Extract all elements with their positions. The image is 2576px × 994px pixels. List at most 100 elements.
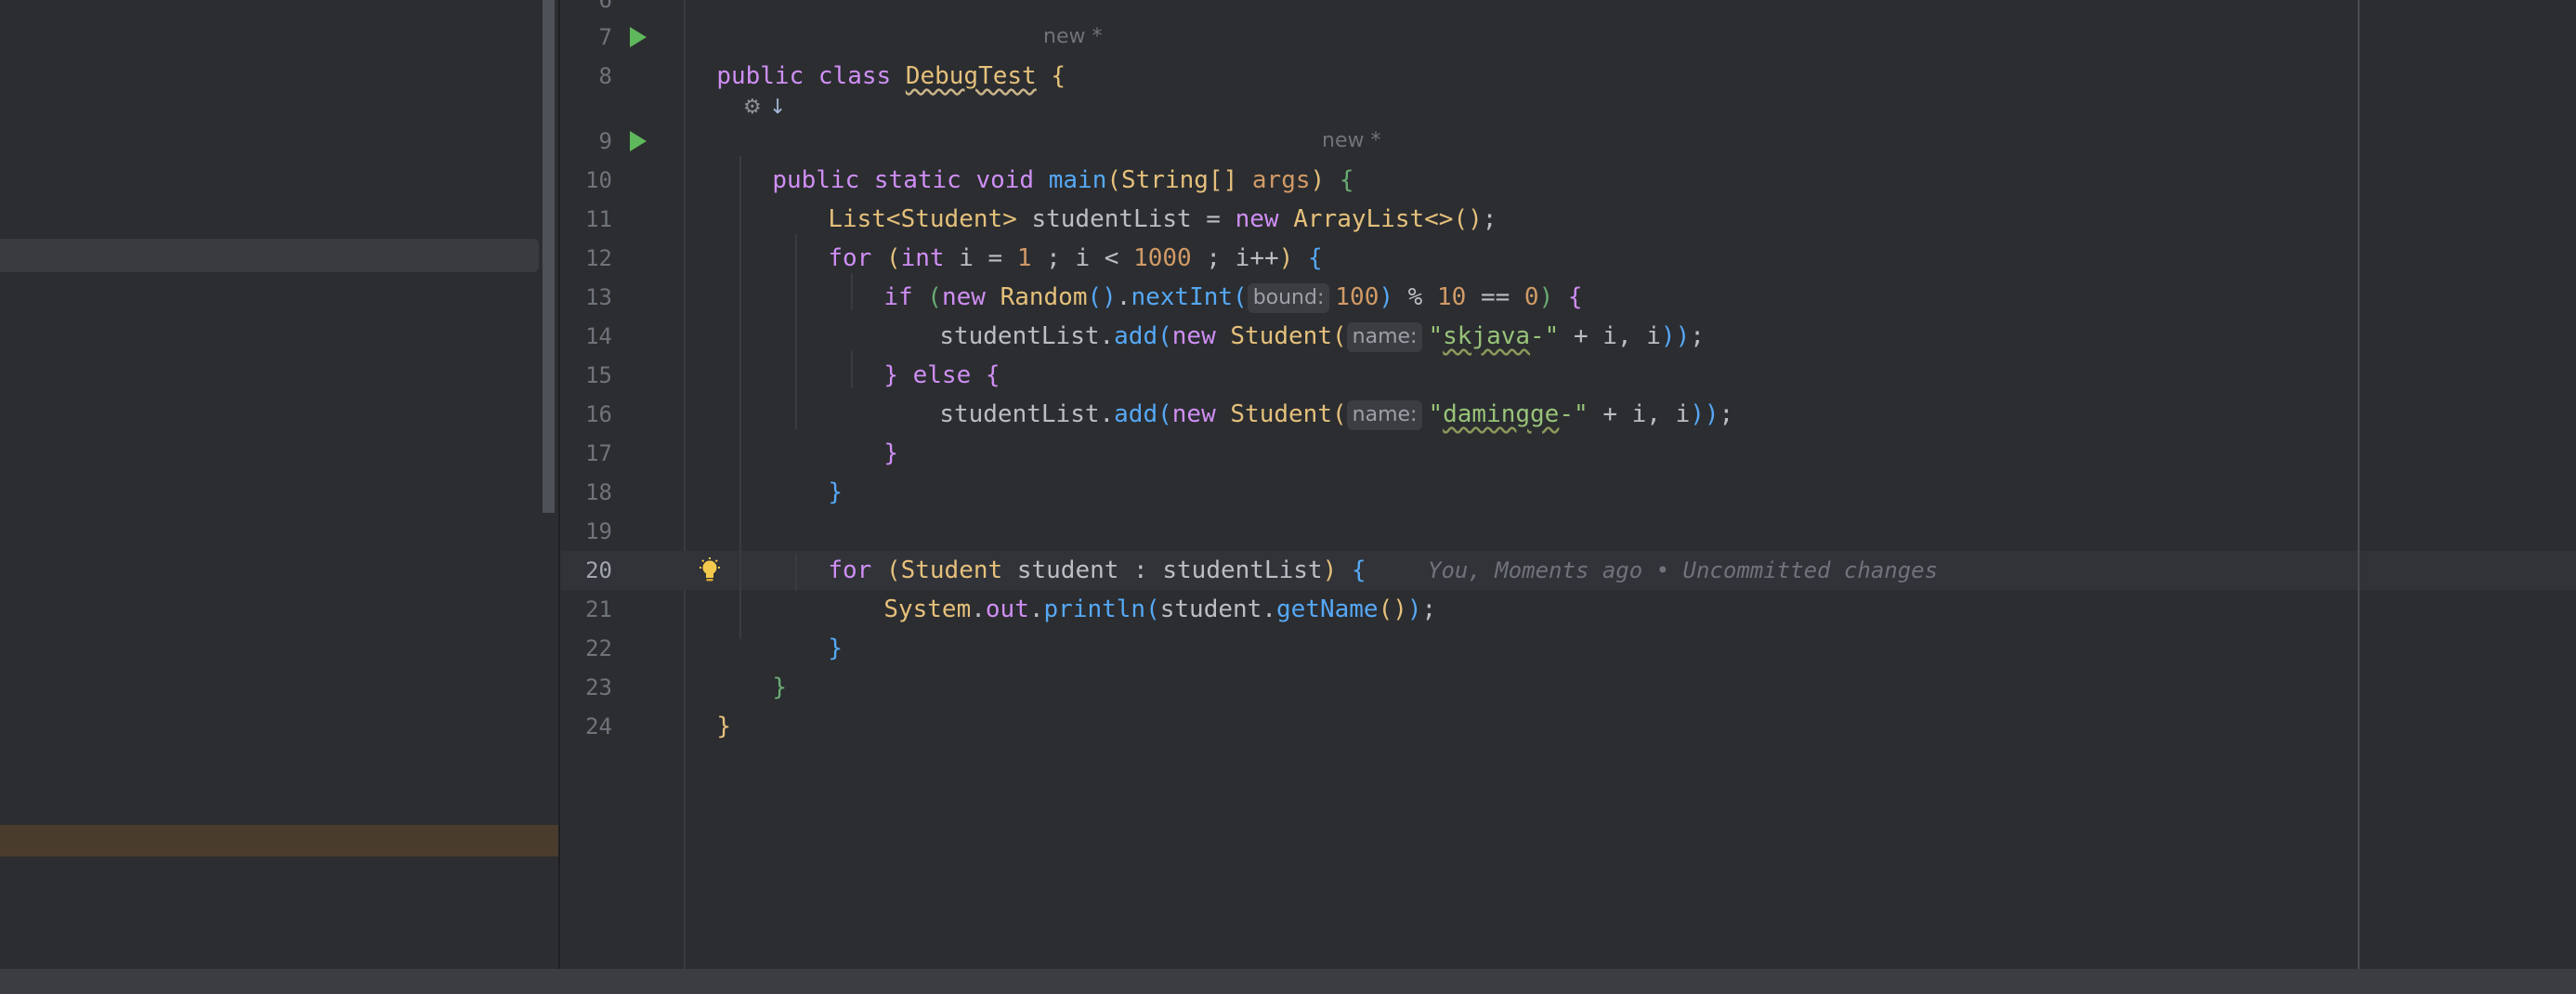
code-line-10[interactable]: List<Student> studentList = new ArrayLis… — [799, 161, 1497, 233]
project-panel[interactable] — [0, 0, 558, 969]
line-number: 18 — [585, 479, 612, 505]
code-line-14[interactable]: } else { — [855, 317, 1000, 389]
code-line-9[interactable]: public static void main(String[] args) { — [743, 122, 1353, 194]
paren: ( — [1157, 322, 1172, 350]
string-quote: " — [1428, 400, 1444, 428]
indent-guide — [851, 273, 853, 310]
dot: . — [1028, 595, 1044, 623]
paren: () — [1378, 595, 1407, 623]
line-number: 12 — [585, 245, 612, 271]
line-number: 10 — [585, 167, 612, 193]
indent-guide — [851, 351, 853, 388]
git-blame-annotation: You, Moments ago • Uncommitted changes — [1428, 557, 1939, 583]
brace: } — [828, 478, 843, 506]
paren: ( — [1331, 400, 1347, 428]
method-call: add — [1114, 400, 1158, 428]
code-line-17[interactable]: } — [799, 434, 843, 506]
run-class-icon[interactable] — [630, 27, 647, 47]
method-call: add — [1114, 322, 1158, 350]
param-hint: name: — [1346, 399, 1423, 430]
class-name: DebugTest — [905, 62, 1037, 90]
method-call: println — [1043, 595, 1146, 623]
param-hint: name: — [1346, 321, 1423, 352]
code-text: + i, i — [1602, 400, 1691, 428]
class-name: Student — [1230, 400, 1332, 428]
line-number-current: 20 — [585, 557, 612, 583]
keyword: new — [1171, 322, 1216, 350]
line-number: 21 — [585, 596, 612, 622]
status-bar — [0, 969, 2576, 994]
line-number: 15 — [585, 362, 612, 388]
brace: { — [1051, 62, 1066, 90]
paren: ( — [1157, 400, 1172, 428]
line-number: 23 — [585, 674, 612, 700]
paren: )) — [1690, 400, 1720, 428]
right-margin-guide — [2358, 0, 2360, 969]
line-number: 17 — [585, 440, 612, 466]
code-line-23[interactable]: } — [687, 668, 731, 740]
run-main-icon[interactable] — [630, 131, 647, 151]
class-name: System — [883, 595, 972, 623]
dot: . — [971, 595, 986, 623]
brace: } — [883, 361, 898, 389]
new-annotation: new * — [1043, 25, 1103, 48]
line-number: 22 — [585, 635, 612, 661]
code-line-11[interactable]: for (int i = 1 ; i < 1000 ; i++) { — [799, 200, 1322, 272]
line-number: 9 — [598, 128, 612, 154]
brace: } — [772, 674, 787, 701]
code-line-21[interactable]: } — [799, 590, 843, 662]
indent-guide — [795, 234, 797, 429]
string: -" — [1559, 400, 1589, 428]
paren: ) — [1406, 595, 1422, 623]
code-line-13[interactable]: studentList.add(new Student(name: "skjava… — [910, 278, 1705, 352]
keyword: if — [883, 283, 913, 311]
code-line-7[interactable]: public class DebugTest { — [687, 18, 1066, 90]
variable: student. — [1159, 595, 1276, 623]
semicolon: ; — [1421, 595, 1437, 623]
indent-guide — [739, 156, 741, 639]
semicolon: ; — [1719, 400, 1734, 428]
brace: } — [716, 713, 731, 740]
method-call: getName — [1275, 595, 1379, 623]
class-name: Student — [1230, 322, 1332, 350]
brace: } — [828, 634, 843, 662]
inlay-settings-icon[interactable]: ⚙ — [743, 95, 762, 121]
inlay-arrow-down-icon[interactable]: ↓ — [769, 95, 786, 121]
paren: )) — [1660, 322, 1691, 350]
line-number: 7 — [598, 24, 612, 50]
lightbulb-icon[interactable] — [699, 557, 721, 585]
paren: () — [1453, 205, 1483, 233]
keyword: public class — [716, 62, 892, 90]
semicolon: ; — [1690, 322, 1705, 350]
panel-scrollbar[interactable] — [543, 0, 555, 513]
code-line-19[interactable]: for (Student student : studentList) { — [799, 512, 1366, 584]
field-name: out — [985, 595, 1029, 623]
code-line-12[interactable]: if (new Random().nextInt(bound: 100) % 10… — [855, 239, 1583, 313]
code-line-22[interactable]: } — [743, 629, 787, 701]
string: damingge — [1443, 400, 1560, 428]
line-number: 19 — [585, 518, 612, 544]
panel-highlighted-row[interactable] — [0, 825, 558, 857]
string: -" — [1530, 322, 1560, 350]
line-number: 6 — [598, 0, 612, 13]
string: skjava — [1443, 322, 1531, 350]
line-number: 11 — [585, 206, 612, 232]
string-quote: " — [1428, 322, 1444, 350]
line-number: 24 — [585, 713, 612, 739]
line-number: 13 — [585, 284, 612, 310]
keyword: new — [1171, 400, 1216, 428]
variable: studentList. — [939, 400, 1115, 428]
line-number: 16 — [585, 401, 612, 427]
indent-guide — [795, 554, 797, 591]
code-line-20[interactable]: System.out.println(student.getName()); — [855, 551, 1436, 623]
code-text: + i, i — [1574, 322, 1661, 350]
panel-selected-row[interactable] — [0, 239, 539, 272]
line-number: 14 — [585, 323, 612, 349]
paren: ( — [1145, 595, 1160, 623]
code-line-16[interactable]: } — [855, 395, 898, 467]
line-number: 8 — [598, 63, 612, 89]
new-annotation: new * — [1322, 129, 1381, 152]
semicolon: ; — [1482, 205, 1497, 233]
brace: } — [883, 439, 898, 467]
code-line-15[interactable]: studentList.add(new Student(name: "daming… — [910, 356, 1733, 430]
